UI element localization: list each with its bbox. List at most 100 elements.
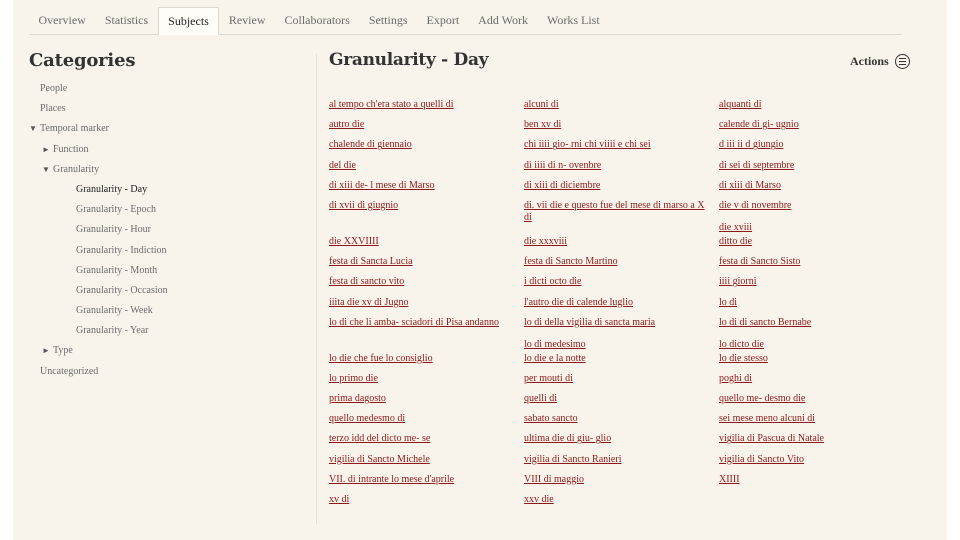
subject-link[interactable]: iiii giorni: [719, 274, 914, 288]
subject-link[interactable]: ben xv di: [524, 117, 719, 131]
sidebar-item-uncategorized[interactable]: Uncategorized: [29, 362, 289, 382]
subject-link[interactable]: di xiii de- l mese di Marso: [329, 178, 524, 192]
subject-link[interactable]: festa di sancto vito: [329, 274, 524, 288]
sidebar-item-type[interactable]: ► Type: [29, 341, 289, 361]
subject-link[interactable]: XIIII: [719, 472, 914, 486]
subject-link[interactable]: terzo idd del dicto me- se: [329, 431, 524, 445]
subject-link[interactable]: ditto die: [719, 234, 914, 248]
category-list: People Places ▼ Temporal marker ► Function ▼ Gr…: [29, 79, 289, 382]
subject-link[interactable]: autro die: [329, 117, 524, 131]
menu-circle-icon: [894, 54, 910, 69]
subject-link[interactable]: lo di medesimo: [524, 337, 719, 351]
subject-link[interactable]: quelli di: [524, 391, 719, 405]
sidebar-item-granularity-week[interactable]: Granularity - Week: [29, 301, 289, 321]
subject-link[interactable]: lo di di sancto Bernabe: [719, 315, 914, 329]
subject-link[interactable]: lo primo die: [329, 371, 524, 385]
subject-link[interactable]: ultima die di giu- glio: [524, 431, 719, 445]
grid-cell: iiita die xv di Jugno: [329, 295, 524, 315]
subject-link[interactable]: alquanti di: [719, 97, 914, 111]
subject-link[interactable]: calende di gi- ugnio: [719, 117, 914, 131]
sidebar-item-granularity-day[interactable]: Granularity - Day: [29, 180, 289, 200]
subject-link[interactable]: xxv die: [524, 492, 719, 506]
subject-link[interactable]: lo die stesso: [719, 351, 914, 365]
subject-link[interactable]: quello medesmo di: [329, 411, 524, 425]
tab-settings[interactable]: Settings: [359, 7, 417, 34]
subject-link[interactable]: vigilia di Sancto Vito: [719, 452, 914, 466]
subject-link[interactable]: di xvii di giugnio: [329, 198, 524, 212]
subject-link[interactable]: alcuni di: [524, 97, 719, 111]
grid-cell: ben xv di: [524, 117, 719, 137]
sidebar-item-label: Type: [53, 345, 73, 357]
sidebar-item-granularity-indiction[interactable]: Granularity - Indiction: [29, 241, 289, 261]
subject-link[interactable]: di xiii di Marso: [719, 178, 914, 192]
subject-link[interactable]: i dicti octo die: [524, 274, 719, 288]
subject-link[interactable]: prima dagosto: [329, 391, 524, 405]
sidebar-item-people[interactable]: People: [29, 79, 289, 99]
subject-link[interactable]: lo di: [719, 295, 914, 309]
subject-link[interactable]: di sei di septembre: [719, 158, 914, 172]
tab-overview[interactable]: Overview: [29, 7, 95, 34]
sidebar-item-granularity-month[interactable]: Granularity - Month: [29, 261, 289, 281]
subject-link[interactable]: l'autro die di calende luglio: [524, 295, 719, 309]
subject-link[interactable]: sabato sancto: [524, 411, 719, 425]
sidebar-item-label: Temporal marker: [40, 123, 109, 135]
subject-link[interactable]: chalende di giennaio: [329, 137, 524, 151]
subject-link[interactable]: poghi di: [719, 371, 914, 385]
grid-cell: VIII di maggio: [524, 472, 719, 492]
sidebar-item-granularity-occasion[interactable]: Granularity - Occasion: [29, 281, 289, 301]
subject-link[interactable]: quello me- desmo die: [719, 391, 914, 405]
subject-link[interactable]: die v di novembre: [719, 198, 914, 212]
subject-link[interactable]: festa di Sancto Martino: [524, 254, 719, 268]
caret-down-icon[interactable]: ▼: [42, 160, 50, 180]
caret-right-icon[interactable]: ►: [42, 341, 50, 361]
subject-link[interactable]: del die: [329, 158, 524, 172]
subject-link[interactable]: iiita die xv di Jugno: [329, 295, 524, 309]
sidebar-item-temporal-marker[interactable]: ▼ Temporal marker: [29, 119, 289, 139]
subject-link[interactable]: festa di Sancta Lucia: [329, 254, 524, 268]
subject-link[interactable]: VIII di maggio: [524, 472, 719, 486]
subject-link[interactable]: die xxxviii: [524, 234, 719, 248]
subject-link[interactable]: xv di: [329, 492, 524, 506]
subject-link[interactable]: lo die e la notte: [524, 351, 719, 365]
grid-cell: lo die stesso: [719, 351, 914, 371]
grid-cell: die XXVIIII: [329, 234, 524, 254]
subject-link[interactable]: die XXVIIII: [329, 234, 524, 248]
actions-button[interactable]: Actions: [850, 54, 910, 69]
subject-link[interactable]: di. vii die e questo fue del mese di mar…: [524, 198, 719, 224]
sidebar-item-places[interactable]: Places: [29, 99, 289, 119]
sidebar-item-function[interactable]: ► Function: [29, 140, 289, 160]
subject-link[interactable]: festa di Sancto Sisto: [719, 254, 914, 268]
subject-link[interactable]: lo die che fue lo consiglio: [329, 351, 524, 365]
tab-subjects[interactable]: Subjects: [157, 7, 220, 35]
subject-link[interactable]: sei mese meno alcuni di: [719, 411, 914, 425]
subject-link[interactable]: per mouti di: [524, 371, 719, 385]
tab-collaborators[interactable]: Collaborators: [275, 7, 359, 34]
sidebar-item-granularity-hour[interactable]: Granularity - Hour: [29, 220, 289, 240]
tab-review[interactable]: Review: [219, 7, 275, 34]
tab-works-list[interactable]: Works List: [537, 7, 609, 34]
subject-link[interactable]: lo di della vigilia di sancta maria: [524, 315, 719, 329]
grid-cell: poghi di: [719, 371, 914, 391]
subject-link[interactable]: lo dicto die: [719, 337, 914, 351]
grid-cell: xxv die: [524, 492, 719, 512]
tab-add-work[interactable]: Add Work: [469, 7, 538, 34]
caret-right-icon[interactable]: ►: [42, 140, 50, 160]
caret-down-icon[interactable]: ▼: [29, 119, 37, 139]
subject-link[interactable]: lo di che li amba- sciadori di Pisa anda…: [329, 315, 524, 329]
tab-statistics[interactable]: Statistics: [95, 7, 157, 34]
sidebar-item-granularity[interactable]: ▼ Granularity: [29, 160, 289, 180]
grid-cell: ditto die: [719, 234, 914, 254]
subject-link[interactable]: die xviii: [719, 220, 914, 234]
subject-link[interactable]: al tempo ch'era stato a quelli di: [329, 97, 524, 111]
tab-export[interactable]: Export: [417, 7, 469, 34]
sidebar-item-granularity-epoch[interactable]: Granularity - Epoch: [29, 200, 289, 220]
subject-link[interactable]: di iiii di n- ovenbre: [524, 158, 719, 172]
subject-link[interactable]: vigilia di Pascua di Natale: [719, 431, 914, 445]
subject-link[interactable]: d iii ii d giungio: [719, 137, 914, 151]
subject-link[interactable]: VII. di intrante lo mese d'aprile: [329, 472, 524, 486]
subject-link[interactable]: di xiii di diciembre: [524, 178, 719, 192]
sidebar-item-granularity-year[interactable]: Granularity - Year: [29, 321, 289, 341]
subject-link[interactable]: chi iiii gio- rni chi viiii e chi sei: [524, 137, 719, 151]
subject-link[interactable]: vigilia di Sancto Ranieri: [524, 452, 719, 466]
subject-link[interactable]: vigilia di Sancto Michele: [329, 452, 524, 466]
